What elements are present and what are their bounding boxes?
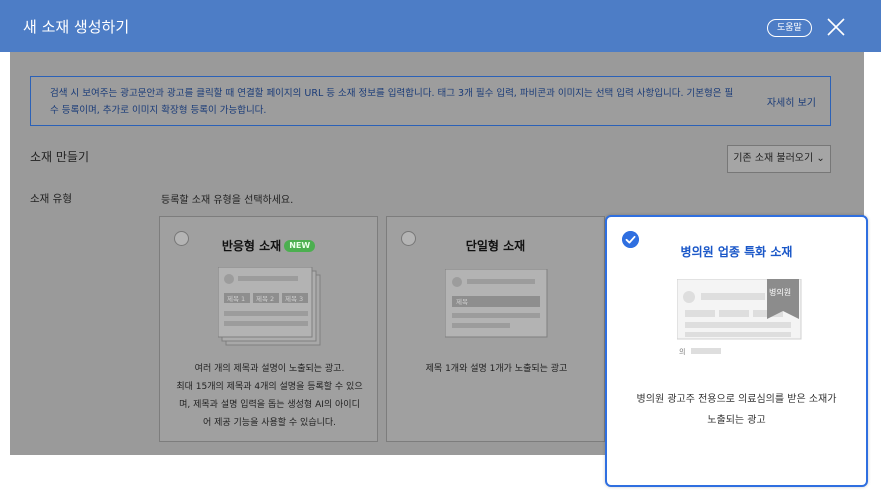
notice-text: 검색 시 보여주는 광고문안과 광고를 클릭할 때 연결할 페이지의 URL 등… <box>50 88 734 116</box>
card-title: 반응형 소재 NEW <box>160 237 377 254</box>
preview-label-3: 제목 3 <box>285 295 303 303</box>
dialog-title: 새 소재 생성하기 <box>23 18 130 36</box>
card-title-text: 반응형 소재 <box>221 239 282 253</box>
more-link[interactable]: 자세히 보기 <box>767 94 816 109</box>
single-preview-illustration: 제목 <box>445 269 548 338</box>
close-icon[interactable] <box>826 17 846 37</box>
card-description: 제목 1개와 설명 1개가 노출되는 광고 <box>425 364 568 374</box>
responsive-preview-illustration: 제목 1 제목 2 제목 3 <box>218 267 321 346</box>
hospital-preview-illustration: 병의원 의 <box>677 279 802 356</box>
info-notice: 검색 시 보여주는 광고문안과 광고를 클릭할 때 연결할 페이지의 URL 등… <box>30 76 831 126</box>
preview-mark: 의 <box>679 347 685 356</box>
preview-label-1: 제목 1 <box>227 295 245 303</box>
load-existing-button[interactable]: 기존 소재 불러오기 ⌄ <box>727 145 831 173</box>
card-description: 여러 개의 제목과 설명이 노출되는 광고. 최대 15개의 제목과 4개의 설… <box>176 364 363 428</box>
card-responsive[interactable]: 반응형 소재 NEW 제목 1 제목 2 제목 3 여러 개의 제목과 설명이 노… <box>159 216 378 442</box>
preview-label-2: 제목 2 <box>256 295 274 303</box>
new-badge: NEW <box>284 240 316 252</box>
card-hospital-selected[interactable]: 병의원 업종 특화 소재 병의원 의 병의원 광고주 전용으로 의료심의를 받은… <box>605 215 868 487</box>
type-hint: 등록할 소재 유형을 선택하세요. <box>161 195 294 206</box>
preview-label: 제목 <box>456 298 468 306</box>
dialog-header: 새 소재 생성하기 도움말 <box>0 0 881 52</box>
card-description: 병의원 광고주 전용으로 의료심의를 받은 소재가 노출되는 광고 <box>636 394 837 426</box>
card-title: 단일형 소재 <box>465 239 526 253</box>
help-button[interactable]: 도움말 <box>767 19 812 37</box>
type-label: 소재 유형 <box>30 193 72 205</box>
card-title: 병의원 업종 특화 소재 <box>680 245 793 259</box>
card-single[interactable]: 단일형 소재 제목 제목 1개와 설명 1개가 노출되는 광고 <box>386 216 605 442</box>
ribbon-label: 병의원 <box>769 287 791 297</box>
section-title: 소재 만들기 <box>30 150 90 164</box>
